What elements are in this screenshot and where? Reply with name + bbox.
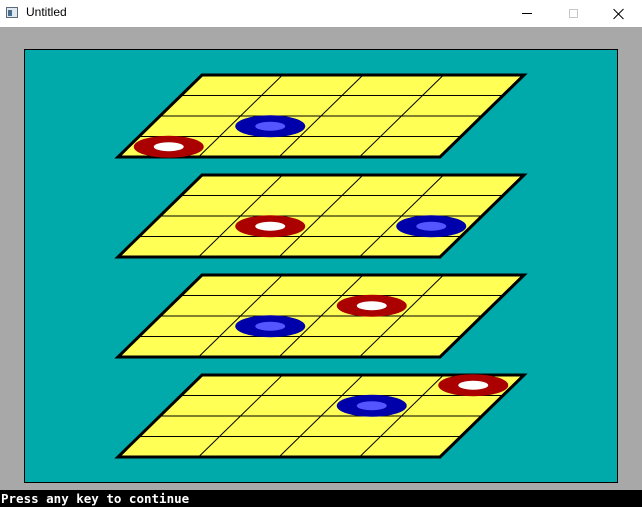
red-piece-center — [153, 142, 184, 152]
status-message: Press any key to continue — [1, 491, 190, 506]
minimize-button[interactable] — [504, 0, 550, 27]
close-button[interactable] — [596, 0, 642, 27]
red-piece-center — [356, 301, 387, 311]
close-icon — [613, 8, 625, 20]
blue-piece-center — [356, 401, 387, 411]
game-canvas[interactable] — [0, 27, 642, 490]
red-piece-center — [255, 221, 286, 231]
status-bar: Press any key to continue — [0, 490, 642, 507]
maximize-icon — [568, 9, 578, 18]
blue-piece-center — [255, 121, 286, 131]
blue-piece-center — [255, 321, 286, 331]
red-piece-center — [458, 380, 489, 390]
app-window-icon[interactable] — [6, 7, 18, 18]
title-bar: Untitled — [0, 0, 642, 27]
minimize-icon — [522, 13, 532, 14]
blue-piece-center — [416, 221, 447, 231]
window-title: Untitled — [26, 5, 67, 19]
maximize-button[interactable] — [550, 0, 596, 27]
